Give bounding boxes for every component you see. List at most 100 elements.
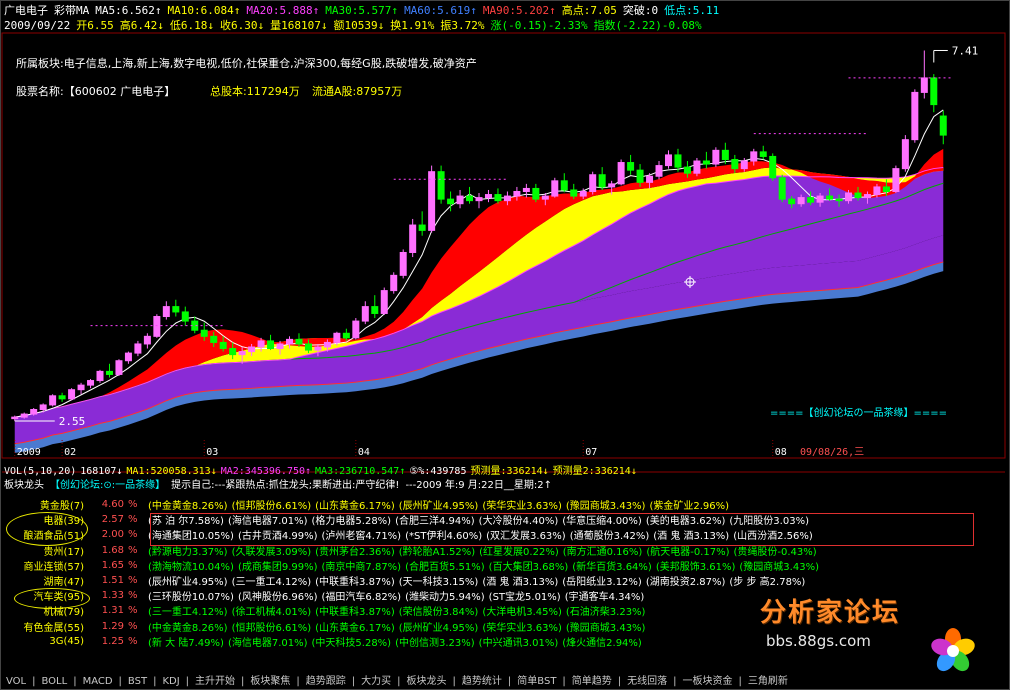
sector-name[interactable]: 有色金属(55) [0, 619, 86, 634]
sector-row[interactable]: 有色金属(55) 1.29% (中金黄金8.26%) (恒邦股份6.61%) (山东黄金… [0, 619, 825, 634]
candle-body [503, 195, 511, 202]
volume-indicator-line: VOL(5,10,20) 168107↓ MA1:520058.313↓ MA2:34… [4, 462, 641, 477]
stock-entry[interactable]: (三一重工4.12%) [232, 577, 312, 588]
toolbar-tab-2[interactable]: MACD [83, 676, 113, 687]
sector-name[interactable]: 商业连锁(57) [0, 558, 86, 573]
stock-entry[interactable]: (贵州茅台2.36%) [315, 547, 395, 558]
stock-entry[interactable]: (海信电器7.01%) [228, 638, 308, 649]
stock-entry[interactable]: (ST宝龙5.01%) [489, 592, 561, 603]
stock-entry[interactable]: (山东黄金6.17%) [315, 623, 395, 634]
toolbar-divider: | [118, 676, 122, 687]
stock-entry[interactable]: (红星发展0.22%) [479, 547, 559, 558]
stock-entry[interactable]: (南京中商7.87%) [322, 562, 402, 573]
stock-entry[interactable]: (步 步 高2.78%) [729, 577, 805, 588]
stock-entry[interactable]: (南方汇通0.16%) [563, 547, 643, 558]
stock-entry[interactable]: (恒邦股份6.61%) [232, 501, 312, 512]
stock-entry[interactable]: (中联重科3.87%) [315, 577, 395, 588]
toolbar-tab-14[interactable]: 一板块资金 [683, 676, 733, 687]
stock-entry[interactable]: (烽火通信2.94%) [562, 638, 642, 649]
stock-entry[interactable]: (恒邦股份6.61%) [232, 623, 312, 634]
stock-entry[interactable]: (黔轮胎A1.52%) [399, 547, 475, 558]
stock-entry[interactable]: (岳阳纸业3.12%) [562, 577, 642, 588]
stock-entry[interactable]: (大洋电机3.45%) [482, 607, 562, 618]
sector-name[interactable]: 黄金股(7) [0, 497, 86, 512]
stock-entry[interactable]: (荣华实业3.63%) [482, 501, 562, 512]
stock-entry[interactable]: (三环股份10.07%) [148, 592, 234, 603]
candle-body [598, 174, 606, 188]
toolbar-tab-6[interactable]: 板块聚焦 [250, 676, 290, 687]
stock-entry[interactable]: (辰州矿业4.95%) [399, 623, 479, 634]
sector-row[interactable]: 湖南(47) 1.51% (辰州矿业4.95%) (三一重工4.12%) (中联重科3.… [0, 573, 825, 588]
stock-entry[interactable]: (三一重工4.12%) [148, 607, 228, 618]
stock-entry[interactable]: (渤海物流10.04%) [148, 562, 234, 573]
toolbar-tab-4[interactable]: KDJ [162, 676, 179, 687]
stock-entry[interactable]: (酒 鬼 酒3.13%) [482, 577, 558, 588]
toolbar-tab-7[interactable]: 趋势跟踪 [306, 676, 346, 687]
stock-entry[interactable]: (久联发展3.09%) [232, 547, 312, 558]
toolbar-tab-8[interactable]: 大力买 [361, 676, 391, 687]
sector-row[interactable]: 黄金股(7) 4.60% (中金黄金8.26%) (恒邦股份6.61%) (山东黄金6.… [0, 497, 825, 512]
toolbar-tab-15[interactable]: 三角刷新 [748, 676, 788, 687]
stock-entry[interactable]: (石油济柴3.23%) [566, 607, 646, 618]
stock-entry[interactable]: (福田汽车6.82%) [322, 592, 402, 603]
stock-entry[interactable]: (山东黄金6.17%) [315, 501, 395, 512]
stock-entry[interactable]: (中兴通讯3.01%) [479, 638, 559, 649]
stock-entry[interactable]: (美邦服饰3.61%) [656, 562, 736, 573]
stock-entry[interactable]: (荣华实业3.63%) [482, 623, 562, 634]
stock-entry[interactable]: (中金黄金8.26%) [148, 623, 228, 634]
candle-body [87, 380, 95, 386]
candle-body [466, 195, 474, 202]
toolbar-tab-1[interactable]: BOLL [41, 676, 67, 687]
percent-unit: % [128, 499, 138, 511]
stock-entry[interactable]: (贵绳股份-0.43%) [734, 547, 817, 558]
stock-entry[interactable]: (中天科技5.28%) [312, 638, 392, 649]
sector-row[interactable]: 汽车类(95) 1.33% (三环股份10.07%) (风神股份6.96%) (福田汽车… [0, 588, 825, 603]
stock-entry[interactable]: (豫园商城3.43%) [566, 501, 646, 512]
candle-body [655, 165, 663, 177]
stock-entry[interactable]: (豫园商城3.43%) [739, 562, 819, 573]
stock-entry[interactable]: (百大集团3.68%) [489, 562, 569, 573]
stock-entry[interactable]: (徐工机械4.01%) [232, 607, 312, 618]
stock-entry[interactable]: (宇通客车4.34%) [565, 592, 645, 603]
stock-entry[interactable]: (辰州矿业4.95%) [399, 501, 479, 512]
stock-entry[interactable]: (中联重科3.87%) [315, 607, 395, 618]
stock-entry[interactable]: (辰州矿业4.95%) [148, 577, 228, 588]
candle-body [447, 198, 455, 205]
stock-entry[interactable]: (天一科技3.15%) [399, 577, 479, 588]
stock-entry[interactable]: (豫园商城3.43%) [566, 623, 646, 634]
stock-entry[interactable]: (黔源电力3.37%) [148, 547, 228, 558]
sector-name[interactable]: 3G(45) [0, 634, 86, 649]
sector-row[interactable]: 3G(45) 1.25% (新 大 陆7.49%) (海信电器7.01%) (中天科技5… [0, 634, 825, 649]
toolbar-tab-12[interactable]: 简单趋势 [572, 676, 612, 687]
toolbar-tab-3[interactable]: BST [128, 676, 147, 687]
candle-body [352, 320, 360, 339]
toolbar-tab-11[interactable]: 简单BST [517, 676, 556, 687]
stock-entry[interactable]: (合肥百货5.51%) [405, 562, 485, 573]
stock-entry[interactable]: (风神股份6.96%) [238, 592, 318, 603]
sector-name[interactable]: 湖南(47) [0, 573, 86, 588]
toolbar-tab-0[interactable]: VOL [6, 676, 26, 687]
stock-entry[interactable]: (航天电器-0.17%) [646, 547, 729, 558]
stock-entry[interactable]: (成商集团9.99%) [238, 562, 318, 573]
toolbar-tab-13[interactable]: 无线回落 [627, 676, 667, 687]
stock-entry[interactable]: (中金黄金8.26%) [148, 501, 228, 512]
stock-entry[interactable]: (湖南投资2.87%) [646, 577, 726, 588]
stock-entry[interactable]: (荣信股份3.84%) [399, 607, 479, 618]
highlight-oval-qiche [14, 588, 90, 609]
sector-bar-text-3: ---2009 年:9 月:22日__星期:2↑ [405, 480, 553, 491]
candle-body [333, 332, 341, 343]
stock-entry[interactable]: (中创信测3.23%) [395, 638, 475, 649]
indicator-toolbar[interactable]: VOL | BOLL | MACD | BST | KDJ | 主升开始 | 板块聚焦 | 趋势跟踪 | 大力买… [0, 672, 1008, 688]
toolbar-tab-5[interactable]: 主升开始 [195, 676, 235, 687]
candle-body [219, 341, 227, 350]
toolbar-tab-10[interactable]: 趋势统计 [462, 676, 502, 687]
candle-body [712, 149, 720, 165]
sector-row[interactable]: 机械(79) 1.31% (三一重工4.12%) (徐工机械4.01%) (中联重科3.… [0, 603, 825, 618]
stock-entry[interactable]: (潍柴动力5.94%) [405, 592, 485, 603]
stock-entry[interactable]: (紫金矿业2.96%) [649, 501, 729, 512]
percent-unit: % [128, 529, 138, 541]
stock-entry[interactable]: (新 大 陆7.49%) [148, 638, 224, 649]
stock-entry[interactable]: (新华百货3.64%) [572, 562, 652, 573]
sector-row[interactable]: 商业连锁(57) 1.65% (渤海物流10.04%) (成商集团9.99%) (南京中… [0, 558, 825, 573]
toolbar-tab-9[interactable]: 板块龙头 [407, 676, 447, 687]
